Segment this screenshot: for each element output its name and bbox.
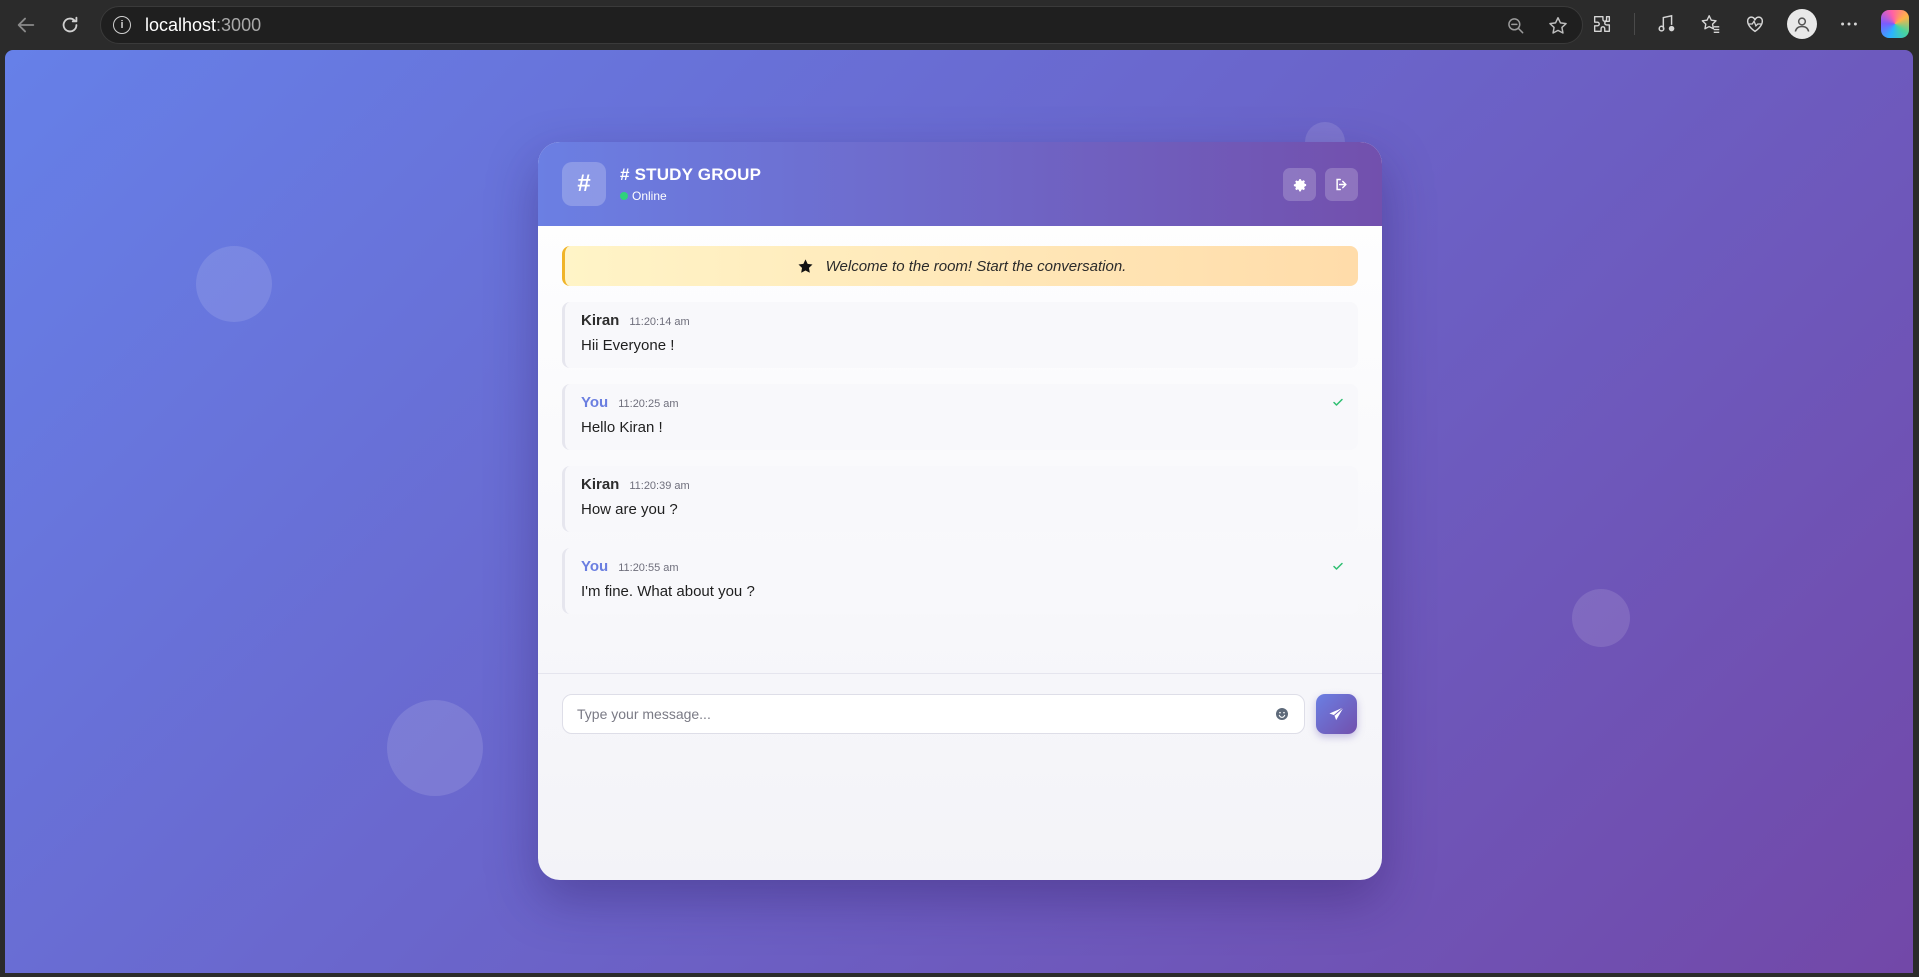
browser-toolbar: i localhost:3000: [0, 0, 1919, 50]
message-composer: [538, 673, 1382, 743]
header-actions: [1283, 168, 1358, 201]
message-time: 11:20:25 am: [618, 398, 679, 410]
decorative-bubble: [1572, 589, 1630, 647]
welcome-banner: Welcome to the room! Start the conversat…: [562, 246, 1358, 286]
address-bar[interactable]: i localhost:3000: [100, 6, 1583, 44]
status-text: Online: [632, 189, 667, 203]
message-item: Kiran 11:20:39 am How are you ?: [562, 466, 1358, 532]
message-time: 11:20:55 am: [618, 562, 679, 574]
delivered-check-icon: [1333, 398, 1343, 406]
message-text: Hii Everyone !: [581, 337, 675, 354]
site-info-icon[interactable]: i: [113, 16, 131, 34]
toolbar-divider: [1634, 13, 1635, 35]
message-input-wrapper: [562, 694, 1305, 734]
paper-plane-icon: [1329, 706, 1344, 720]
settings-button[interactable]: [1283, 168, 1316, 201]
message-text: Hello Kiran !: [581, 419, 663, 436]
chat-window: # # STUDY GROUP Online Welcome to the ro…: [538, 142, 1382, 880]
favorite-star-icon[interactable]: [1546, 14, 1570, 38]
message-time: 11:20:14 am: [629, 316, 690, 328]
decorative-bubble: [196, 246, 272, 322]
room-info: # STUDY GROUP Online: [620, 165, 761, 203]
message-text: How are you ?: [581, 501, 678, 518]
message-item: You 11:20:25 am Hello Kiran !: [562, 384, 1358, 450]
gear-icon: [1293, 178, 1306, 191]
page-viewport: # # STUDY GROUP Online Welcome to the ro…: [5, 50, 1913, 973]
extensions-icon[interactable]: [1590, 12, 1614, 36]
health-icon[interactable]: [1743, 12, 1767, 36]
leave-room-button[interactable]: [1325, 168, 1358, 201]
more-icon[interactable]: [1837, 12, 1861, 36]
message-author: Kiran: [581, 476, 620, 493]
welcome-text: Welcome to the room! Start the conversat…: [825, 257, 1127, 275]
sign-out-icon: [1336, 178, 1347, 191]
star-icon: [798, 258, 813, 273]
emoji-icon[interactable]: [1274, 706, 1290, 722]
favorites-icon[interactable]: [1699, 12, 1723, 36]
chat-header: # # STUDY GROUP Online: [538, 142, 1382, 226]
delivered-check-icon: [1333, 562, 1343, 570]
message-input[interactable]: [563, 695, 1263, 733]
room-status: Online: [620, 189, 761, 203]
room-hash-icon: #: [562, 162, 606, 206]
back-arrow-icon[interactable]: [8, 7, 44, 43]
message-item: You 11:20:55 am I'm fine. What about you…: [562, 548, 1358, 614]
room-title: # STUDY GROUP: [620, 165, 762, 184]
online-dot-icon: [620, 192, 628, 200]
decorative-bubble: [387, 700, 483, 796]
media-icon[interactable]: [1655, 12, 1679, 36]
message-author: You: [581, 558, 609, 575]
message-author: Kiran: [581, 312, 620, 329]
url-port: :3000: [216, 14, 262, 35]
zoom-out-icon[interactable]: [1504, 14, 1528, 38]
message-list: Welcome to the room! Start the conversat…: [538, 226, 1382, 614]
message-item: Kiran 11:20:14 am Hii Everyone !: [562, 302, 1358, 368]
message-author: You: [581, 394, 609, 411]
profile-icon[interactable]: [1787, 9, 1817, 39]
copilot-icon[interactable]: [1881, 10, 1909, 38]
send-button[interactable]: [1316, 694, 1357, 734]
message-time: 11:20:39 am: [629, 480, 690, 492]
reload-icon[interactable]: [52, 7, 88, 43]
message-text: I'm fine. What about you ?: [581, 583, 755, 600]
url-host: localhost: [145, 14, 217, 35]
url-text: localhost:3000: [145, 15, 261, 36]
